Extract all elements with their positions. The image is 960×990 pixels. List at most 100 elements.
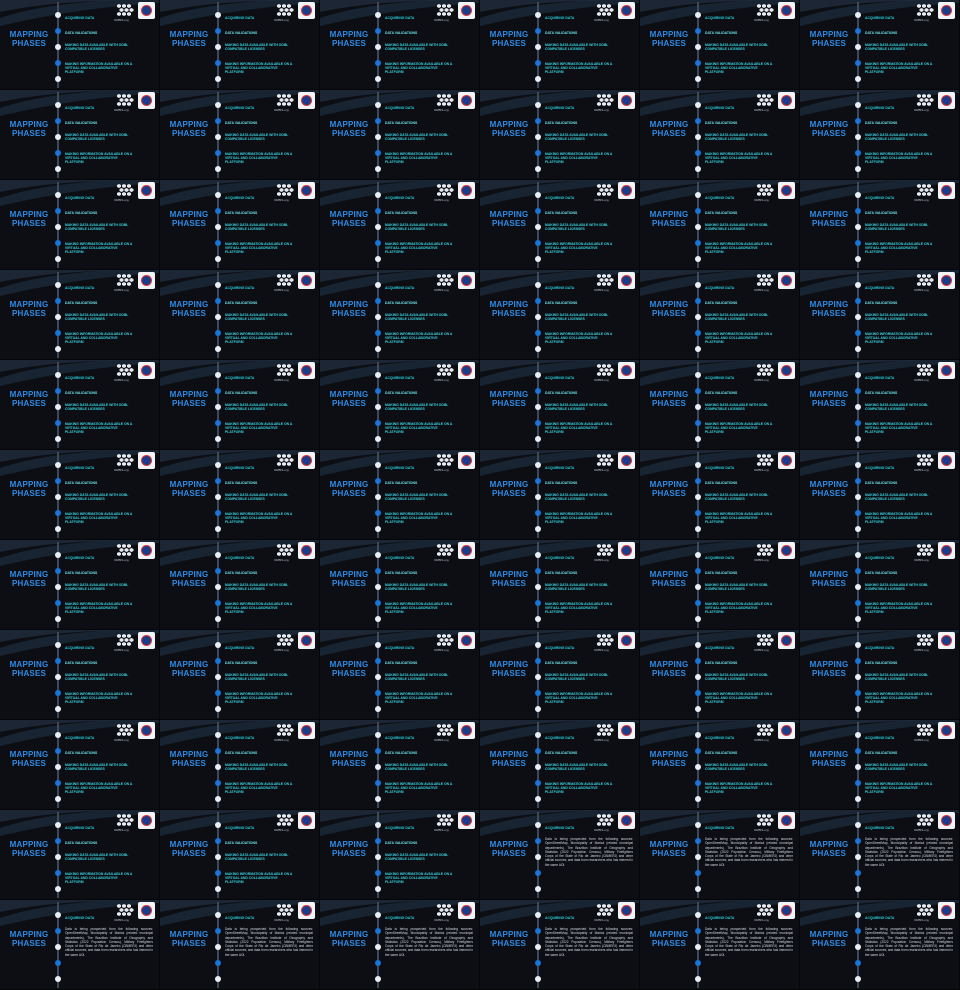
slide-thumbnail[interactable]: MAPPING PHASES ORBIS.org ACQUIRING DATA … — [480, 90, 640, 180]
slide-thumbnail[interactable]: MAPPING PHASES ORBIS.org ACQUIRING DATA … — [640, 360, 800, 450]
timeline-node — [535, 28, 541, 34]
slide-thumbnail[interactable]: MAPPING PHASES ORBIS.org ACQUIRING DATA … — [0, 540, 160, 630]
slide-thumbnail[interactable]: MAPPING PHASES ORBIS.org ACQUIRING DATA … — [480, 810, 640, 900]
slide-title: MAPPING PHASES — [489, 750, 529, 768]
slide-title: MAPPING PHASES — [169, 30, 209, 48]
slide-thumbnail[interactable]: MAPPING PHASES ORBIS.org ACQUIRING DATA … — [0, 630, 160, 720]
phase-data-validations: DATA VALIDATIONS — [705, 751, 738, 755]
slide-thumbnail[interactable]: MAPPING PHASES ORBIS.org ACQUIRING DATA … — [320, 90, 480, 180]
slide-thumbnail[interactable]: MAPPING PHASES ORBIS.org ACQUIRING DATA … — [0, 270, 160, 360]
slide-thumbnail[interactable]: MAPPING PHASES ORBIS.org ACQUIRING DATA … — [0, 450, 160, 540]
partner-badge-icon — [298, 362, 315, 379]
description-text: Data is being prospected from the follow… — [225, 927, 313, 957]
slide-thumbnail[interactable]: MAPPING PHASES ORBIS.org ACQUIRING DATA … — [640, 90, 800, 180]
slide-thumbnail[interactable]: MAPPING PHASES ORBIS.org ACQUIRING DATA … — [480, 270, 640, 360]
slide-thumbnail[interactable]: MAPPING PHASES ORBIS.org ACQUIRING DATA … — [800, 630, 960, 720]
slide-thumbnail[interactable]: MAPPING PHASES ORBIS.org ACQUIRING DATA … — [640, 0, 800, 90]
slide-thumbnail[interactable]: MAPPING PHASES ORBIS.org ACQUIRING DATA … — [800, 270, 960, 360]
slide-thumbnail[interactable]: MAPPING PHASES ORBIS.org ACQUIRING DATA … — [480, 360, 640, 450]
slide-thumbnail[interactable]: MAPPING PHASES ORBIS.org ACQUIRING DATA … — [320, 720, 480, 810]
slide-thumbnail[interactable]: MAPPING PHASES ORBIS.org ACQUIRING DATA … — [320, 630, 480, 720]
slide-thumbnail[interactable]: MAPPING PHASES ORBIS.org ACQUIRING DATA … — [160, 90, 320, 180]
slide-thumbnail[interactable]: MAPPING PHASES ORBIS.org ACQUIRING DATA … — [160, 180, 320, 270]
slide-thumbnail[interactable]: MAPPING PHASES ORBIS.org ACQUIRING DATA … — [0, 0, 160, 90]
slide-thumbnail[interactable]: MAPPING PHASES ORBIS.org ACQUIRING DATA … — [640, 540, 800, 630]
slide-thumbnail[interactable]: MAPPING PHASES ORBIS.org ACQUIRING DATA … — [320, 450, 480, 540]
phase-acquiring-data: ACQUIRING DATA — [865, 286, 895, 290]
slide-thumbnail[interactable]: MAPPING PHASES ORBIS.org ACQUIRING DATA … — [0, 180, 160, 270]
slide-thumbnail[interactable]: MAPPING PHASES ORBIS.org ACQUIRING DATA … — [800, 450, 960, 540]
slide-thumbnail[interactable]: MAPPING PHASES ORBIS.org ACQUIRING DATA … — [800, 810, 960, 900]
slide-thumbnail[interactable]: MAPPING PHASES ORBIS.org ACQUIRING DATA … — [320, 540, 480, 630]
slide-thumbnail[interactable]: MAPPING PHASES ORBIS.org ACQUIRING DATA … — [640, 450, 800, 540]
slide-thumbnail[interactable]: MAPPING PHASES ORBIS.org ACQUIRING DATA … — [800, 0, 960, 90]
slide-thumbnail[interactable]: MAPPING PHASES ORBIS.org ACQUIRING DATA … — [480, 720, 640, 810]
timeline-node — [375, 12, 381, 18]
phase-data-validations: DATA VALIDATIONS — [865, 31, 898, 35]
phase-collaborative-platform: MAKING INFORMATION AVAILABLE ON A VIRTUA… — [385, 782, 453, 794]
slide-thumbnail[interactable]: MAPPING PHASES ORBIS.org ACQUIRING DATA … — [480, 0, 640, 90]
partner-badge-icon — [138, 2, 155, 19]
phase-acquiring-data: ACQUIRING DATA — [65, 376, 95, 380]
slide-thumbnail[interactable]: MAPPING PHASES ORBIS.org ACQUIRING DATA … — [480, 900, 640, 990]
partner-badge-icon — [938, 902, 955, 919]
slide-thumbnail[interactable]: MAPPING PHASES ORBIS.org ACQUIRING DATA … — [320, 0, 480, 90]
partner-badge-icon — [138, 452, 155, 469]
timeline-node — [55, 462, 61, 468]
partner-badge-icon — [298, 452, 315, 469]
slide-thumbnail[interactable]: MAPPING PHASES ORBIS.org ACQUIRING DATA … — [640, 900, 800, 990]
timeline-node — [535, 224, 541, 230]
timeline-node — [695, 780, 701, 786]
slide-thumbnail[interactable]: MAPPING PHASES ORBIS.org ACQUIRING DATA … — [160, 0, 320, 90]
slide-thumbnail[interactable]: MAPPING PHASES ORBIS.org ACQUIRING DATA … — [480, 540, 640, 630]
timeline-node — [695, 240, 701, 246]
timeline-node — [55, 150, 61, 156]
slide-thumbnail[interactable]: MAPPING PHASES ORBIS.org ACQUIRING DATA … — [320, 180, 480, 270]
slide-thumbnail[interactable]: MAPPING PHASES ORBIS.org ACQUIRING DATA … — [800, 180, 960, 270]
slide-thumbnail[interactable]: MAPPING PHASES ORBIS.org ACQUIRING DATA … — [160, 450, 320, 540]
phase-data-validations: DATA VALIDATIONS — [865, 661, 898, 665]
slide-title: MAPPING PHASES — [9, 480, 49, 498]
slide-thumbnail[interactable]: MAPPING PHASES ORBIS.org ACQUIRING DATA … — [480, 450, 640, 540]
orbis-logo-icon — [597, 544, 614, 556]
slide-thumbnail[interactable]: MAPPING PHASES ORBIS.org ACQUIRING DATA … — [160, 360, 320, 450]
slide-thumbnail[interactable]: MAPPING PHASES ORBIS.org ACQUIRING DATA … — [640, 720, 800, 810]
orbis-logo-icon — [437, 544, 454, 556]
slide-thumbnail[interactable]: MAPPING PHASES ORBIS.org ACQUIRING DATA … — [0, 720, 160, 810]
slide-thumbnail[interactable]: MAPPING PHASES ORBIS.org ACQUIRING DATA … — [0, 360, 160, 450]
slide-thumbnail[interactable]: MAPPING PHASES ORBIS.org ACQUIRING DATA … — [0, 90, 160, 180]
timeline-node — [215, 282, 221, 288]
slide-thumbnail[interactable]: MAPPING PHASES ORBIS.org ACQUIRING DATA … — [640, 630, 800, 720]
timeline-node — [535, 600, 541, 606]
slide-thumbnail[interactable]: MAPPING PHASES ORBIS.org ACQUIRING DATA … — [160, 810, 320, 900]
phase-odbl-licenses: MAKING DATA AVAILABLE WITH ODBL COMPATIB… — [65, 763, 129, 771]
slide-thumbnail[interactable]: MAPPING PHASES ORBIS.org ACQUIRING DATA … — [160, 540, 320, 630]
slide-thumbnail[interactable]: MAPPING PHASES ORBIS.org ACQUIRING DATA … — [480, 630, 640, 720]
slide-thumbnail[interactable]: MAPPING PHASES ORBIS.org ACQUIRING DATA … — [640, 810, 800, 900]
orbis-logo-icon — [597, 904, 614, 916]
partner-badge-icon — [458, 812, 475, 829]
slide-thumbnail[interactable]: MAPPING PHASES ORBIS.org ACQUIRING DATA … — [480, 180, 640, 270]
slide-thumbnail[interactable]: MAPPING PHASES ORBIS.org ACQUIRING DATA … — [320, 810, 480, 900]
slide-thumbnail[interactable]: MAPPING PHASES ORBIS.org ACQUIRING DATA … — [320, 270, 480, 360]
phase-acquiring-data: ACQUIRING DATA — [65, 286, 95, 290]
slide-thumbnail[interactable]: MAPPING PHASES ORBIS.org ACQUIRING DATA … — [320, 900, 480, 990]
slide-thumbnail[interactable]: MAPPING PHASES ORBIS.org ACQUIRING DATA … — [800, 540, 960, 630]
slide-thumbnail[interactable]: MAPPING PHASES ORBIS.org ACQUIRING DATA … — [800, 90, 960, 180]
slide-thumbnail[interactable]: MAPPING PHASES ORBIS.org ACQUIRING DATA … — [800, 360, 960, 450]
slide-title: MAPPING PHASES — [649, 750, 689, 768]
slide-thumbnail[interactable]: MAPPING PHASES ORBIS.org ACQUIRING DATA … — [640, 270, 800, 360]
phase-data-validations: DATA VALIDATIONS — [545, 751, 578, 755]
slide-thumbnail[interactable]: MAPPING PHASES ORBIS.org ACQUIRING DATA … — [800, 720, 960, 810]
slide-thumbnail[interactable]: MAPPING PHASES ORBIS.org ACQUIRING DATA … — [160, 900, 320, 990]
slide-thumbnail[interactable]: MAPPING PHASES ORBIS.org ACQUIRING DATA … — [160, 630, 320, 720]
timeline-node — [855, 510, 861, 516]
slide-thumbnail[interactable]: MAPPING PHASES ORBIS.org ACQUIRING DATA … — [0, 900, 160, 990]
slide-thumbnail[interactable]: MAPPING PHASES ORBIS.org ACQUIRING DATA … — [640, 180, 800, 270]
slide-thumbnail[interactable]: MAPPING PHASES ORBIS.org ACQUIRING DATA … — [160, 270, 320, 360]
timeline-node — [215, 568, 221, 574]
slide-thumbnail[interactable]: MAPPING PHASES ORBIS.org ACQUIRING DATA … — [0, 810, 160, 900]
slide-thumbnail[interactable]: MAPPING PHASES ORBIS.org ACQUIRING DATA … — [800, 900, 960, 990]
slide-thumbnail[interactable]: MAPPING PHASES ORBIS.org ACQUIRING DATA … — [320, 360, 480, 450]
slide-thumbnail[interactable]: MAPPING PHASES ORBIS.org ACQUIRING DATA … — [160, 720, 320, 810]
